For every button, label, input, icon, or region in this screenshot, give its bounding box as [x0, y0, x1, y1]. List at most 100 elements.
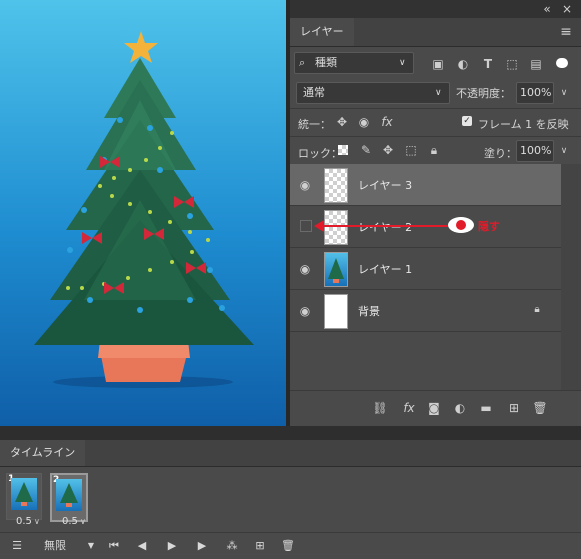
tween-icon[interactable]: ⁂ [224, 537, 240, 555]
tree-thumbnail-icon [60, 483, 78, 507]
layer-list-scrollbar[interactable] [561, 164, 581, 390]
convert-timeline-icon[interactable]: ☰ [8, 537, 26, 555]
fill-chevron-icon[interactable]: ∨ [558, 143, 570, 159]
blend-mode-value: 通常 [303, 86, 325, 99]
layers-panel: « × レイヤー ≡ ⌕ 種類 ∨ ▣ ◐ T ⬚ ▤ 通常 ∨ 不透明度： 1… [290, 0, 581, 427]
layer-row-3[interactable]: ◉ レイヤー 3 [290, 164, 561, 206]
layer-name: レイヤー 1 [358, 263, 413, 276]
tree-thumbnail-icon [15, 482, 33, 506]
tree-thumbnail-icon [328, 258, 344, 283]
previous-frame-icon[interactable]: ◀ [134, 537, 150, 555]
add-style-icon[interactable]: fx [400, 400, 418, 416]
layer-name: レイヤー 3 [358, 179, 413, 192]
christmas-tree-artwork [34, 31, 254, 388]
smart-object-filter-icon[interactable]: ▤ [528, 56, 544, 72]
opacity-label: 不透明度： [456, 87, 511, 100]
panel-header-bar: « × [290, 0, 581, 18]
panel-menu-icon[interactable]: ≡ [558, 24, 574, 40]
layer-thumbnail [324, 294, 348, 329]
visibility-eye-icon[interactable]: ◉ [298, 177, 312, 192]
blend-mode-select[interactable]: 通常 ∨ [296, 82, 450, 104]
propagate-frame-checkbox[interactable]: ✓ [462, 116, 472, 126]
frame-2[interactable]: 2 [50, 473, 88, 522]
annotation-arrow-line [318, 225, 448, 227]
collapse-icon[interactable]: « [540, 1, 554, 17]
next-frame-icon[interactable]: ▶ [194, 537, 210, 555]
tab-layers[interactable]: レイヤー [290, 18, 354, 46]
frame-thumbnail [11, 478, 37, 510]
link-layers-icon[interactable]: ⛓︎ [372, 400, 388, 416]
new-adjustment-icon[interactable]: ◐ [452, 400, 468, 416]
add-mask-icon[interactable]: ◙ [426, 400, 442, 416]
frame-thumbnail [56, 479, 82, 511]
unify-visibility-icon[interactable]: ◉ [356, 114, 372, 130]
eye-pupil [456, 220, 466, 230]
lock-pixels-brush-icon[interactable]: ✎ [358, 142, 374, 158]
search-icon: ⌕ [299, 56, 306, 69]
visibility-eye-icon[interactable]: ◉ [298, 303, 312, 318]
timeline-controls: ☰ 無限 ▼ ⏮ ◀ ▶ ▶ ⁂ ⊞ 🗑︎ [0, 532, 581, 559]
divider [290, 108, 581, 109]
layer-row-1[interactable]: ◉ レイヤー 1 [290, 248, 561, 290]
frame-1[interactable]: 1 [6, 473, 42, 520]
delete-frame-icon[interactable]: 🗑︎ [280, 537, 296, 555]
annotation-label: 隠す [478, 220, 500, 233]
filter-kind-select[interactable]: ⌕ 種類 ∨ [294, 52, 414, 74]
filter-kind-value: 種類 [315, 56, 337, 69]
panel-tabbar: レイヤー ≡ [290, 18, 581, 47]
first-frame-icon[interactable]: ⏮ [106, 537, 122, 555]
timeline-tabbar: タイムライン [0, 440, 581, 467]
visibility-eye-icon[interactable]: ◉ [298, 261, 312, 276]
chevron-down-icon[interactable]: ∨ [80, 517, 86, 526]
unify-style-icon[interactable]: fx [378, 114, 396, 130]
propagate-label: フレーム 1 を反映 [478, 118, 569, 131]
loop-select[interactable]: 無限 [44, 537, 66, 555]
delete-layer-icon[interactable]: 🗑︎ [532, 400, 548, 416]
checker-glyph [338, 145, 348, 155]
filter-toggle-icon[interactable] [556, 58, 568, 68]
lock-icon: 🔒︎ [534, 304, 540, 315]
lock-all-icon[interactable]: 🔒︎ [426, 142, 442, 158]
layer-list: ◉ レイヤー 3 レイヤー 2 ◉ レイヤー 1 ◉ 背景 🔒︎ [290, 164, 561, 390]
lock-position-icon[interactable]: ✥ [380, 142, 396, 158]
layers-bottom-bar: ⛓︎ fx ◙ ◐ ▬ ⊞ 🗑︎ [290, 390, 581, 427]
visibility-empty-box[interactable] [300, 220, 312, 232]
layer-row-2[interactable]: レイヤー 2 [290, 206, 561, 248]
new-group-icon[interactable]: ▬ [478, 400, 494, 416]
hidden-eye-icon [448, 217, 474, 233]
chevron-down-icon: ∨ [435, 88, 442, 98]
layer-thumbnail [324, 210, 348, 245]
fill-value: 100% [520, 144, 552, 157]
frame-delay[interactable]: 0.5 [62, 516, 78, 527]
workspace-gap [0, 426, 581, 440]
layer-thumbnail [324, 168, 348, 203]
lock-transparent-icon[interactable] [338, 145, 348, 155]
layer-thumbnail [324, 252, 348, 287]
tab-timeline[interactable]: タイムライン [0, 440, 86, 466]
chevron-down-icon[interactable]: ∨ [34, 517, 40, 526]
unify-label: 統一： [298, 118, 331, 131]
adjustment-layer-filter-icon[interactable]: ◐ [455, 56, 471, 72]
play-icon[interactable]: ▶ [164, 537, 180, 555]
new-layer-icon[interactable]: ⊞ [506, 400, 522, 416]
layer-row-background[interactable]: ◉ 背景 🔒︎ [290, 290, 561, 332]
document-canvas[interactable] [0, 0, 286, 426]
frame-delay[interactable]: 0.5 [16, 516, 32, 527]
duplicate-frame-icon[interactable]: ⊞ [252, 537, 268, 555]
type-layer-filter-icon[interactable]: T [480, 56, 496, 72]
layer-name: レイヤー 2 [358, 221, 413, 234]
opacity-chevron-icon[interactable]: ∨ [558, 85, 570, 101]
close-panel-icon[interactable]: × [560, 1, 574, 17]
layer-name: 背景 [358, 305, 380, 318]
fill-label: 塗り： [484, 147, 517, 160]
loop-dropdown-icon[interactable]: ▼ [86, 537, 96, 555]
divider [290, 136, 581, 137]
fill-input[interactable]: 100% [516, 140, 554, 162]
lock-label: ロック： [298, 147, 342, 160]
timeline-panel: タイムライン 1 0.5 ∨ 2 0.5 ∨ ☰ 無限 ▼ ⏮ ◀ ▶ ▶ ⁂ … [0, 440, 581, 559]
shape-layer-filter-icon[interactable]: ⬚ [504, 56, 520, 72]
pixel-layer-filter-icon[interactable]: ▣ [430, 56, 446, 72]
unify-position-icon[interactable]: ✥ [334, 114, 350, 130]
opacity-input[interactable]: 100% [516, 82, 554, 104]
lock-artboard-icon[interactable]: ⬚ [403, 142, 419, 158]
